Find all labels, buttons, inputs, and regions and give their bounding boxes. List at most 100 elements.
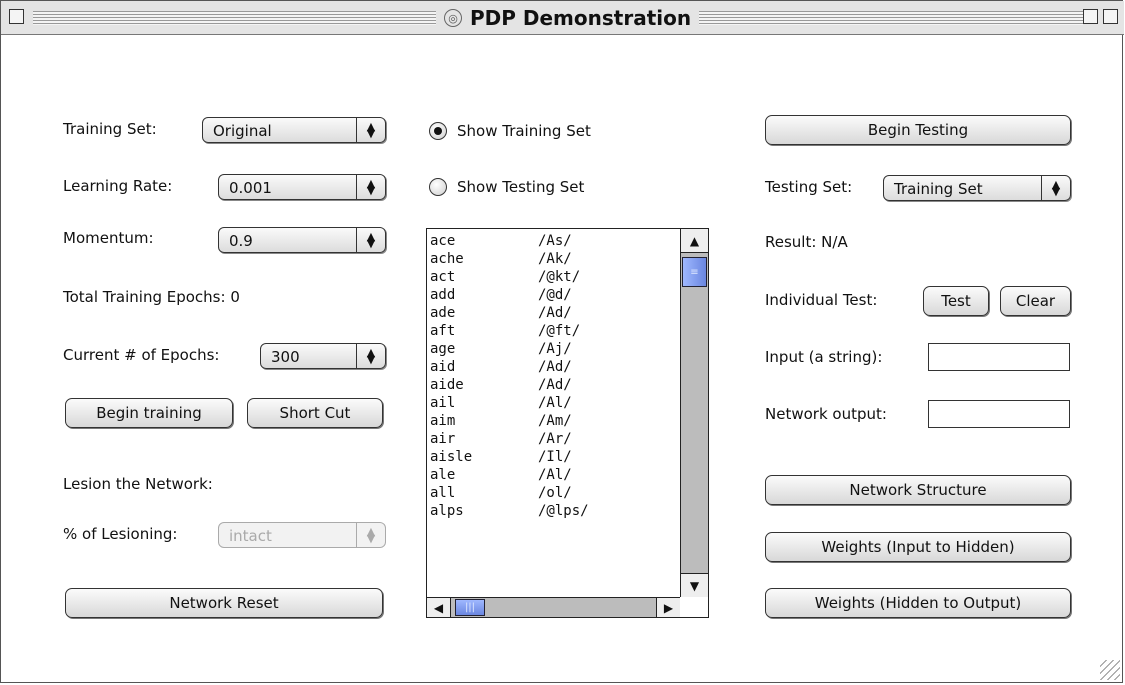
training-set-listbox[interactable]: ace/As/ache/Ak/act /@kt/add /@d/ade/Ad/aft… (426, 228, 709, 618)
zoom-box-icon[interactable] (1083, 9, 1098, 24)
test-button[interactable]: Test (923, 286, 989, 316)
popup-arrows-icon: ▲ ▼ (356, 118, 385, 142)
momentum-value: 0.9 (229, 232, 253, 250)
current-epochs-label: Current # of Epochs: (63, 346, 220, 364)
total-epochs-text: Total Training Epochs: 0 (63, 288, 240, 306)
list-item-word: aide (430, 377, 464, 393)
vertical-scrollbar[interactable]: ▲ ≡ ▼ (680, 229, 708, 597)
show-testing-radio[interactable] (429, 178, 447, 196)
list-item[interactable]: ace/As/ (430, 232, 680, 250)
list-item-phoneme: /@ft/ (538, 323, 581, 339)
list-rows[interactable]: ace/As/ache/Ak/act /@kt/add /@d/ade/Ad/aft… (430, 232, 680, 597)
lesioning-value: intact (229, 527, 272, 545)
vertical-scroll-thumb[interactable]: ≡ (682, 257, 707, 287)
list-item-word: alps (430, 503, 464, 519)
list-item-phoneme: /Il/ (538, 449, 572, 465)
title-wrap: ◎ PDP Demonstration (436, 5, 700, 31)
list-item[interactable]: ade/Ad/ (430, 304, 680, 322)
list-item-word: ale (430, 467, 456, 483)
learning-rate-value: 0.001 (229, 179, 272, 197)
horizontal-scrollbar[interactable]: ◀ ||| ▶ (427, 597, 680, 617)
list-item-word: aid (430, 359, 456, 375)
lesioning-popup[interactable]: intact ▲ ▼ (218, 522, 386, 548)
list-item-phoneme: /@lps/ (538, 503, 589, 519)
network-structure-button[interactable]: Network Structure (765, 475, 1071, 505)
close-box-icon[interactable] (9, 9, 24, 24)
scroll-down-arrow-icon[interactable]: ▼ (681, 573, 708, 597)
list-item-phoneme: /@kt/ (538, 269, 581, 285)
title-bar[interactable]: ◎ PDP Demonstration (1, 1, 1124, 35)
list-item[interactable]: air/Ar/ (430, 430, 680, 448)
list-item-phoneme: /Ad/ (538, 359, 572, 375)
testing-set-value: Training Set (894, 180, 983, 198)
list-item-word: aim (430, 413, 456, 429)
network-reset-button[interactable]: Network Reset (65, 588, 383, 618)
list-item-word: ade (430, 305, 456, 321)
list-item-phoneme: /Ak/ (538, 251, 572, 267)
momentum-popup[interactable]: 0.9 ▲ ▼ (218, 227, 386, 253)
current-epochs-value: 300 (271, 348, 300, 366)
popup-arrows-icon: ▲ ▼ (1041, 176, 1070, 200)
list-item-phoneme: /Ad/ (538, 305, 572, 321)
learning-rate-popup[interactable]: 0.001 ▲ ▼ (218, 174, 386, 200)
list-item[interactable]: aid/Ad/ (430, 358, 680, 376)
training-set-value: Original (213, 122, 272, 140)
list-item-phoneme: /Al/ (538, 395, 572, 411)
scroll-right-arrow-icon[interactable]: ▶ (656, 598, 680, 617)
list-item-word: ace (430, 233, 456, 249)
begin-testing-button[interactable]: Begin Testing (765, 115, 1071, 145)
weights-input-hidden-button[interactable]: Weights (Input to Hidden) (765, 532, 1071, 562)
collapse-box-icon[interactable] (1103, 9, 1118, 24)
list-item[interactable]: ache/Ak/ (430, 250, 680, 268)
list-item-phoneme: /Ar/ (538, 431, 572, 447)
weights-hidden-output-button[interactable]: Weights (Hidden to Output) (765, 588, 1071, 618)
list-item-word: ail (430, 395, 456, 411)
list-item-word: all (430, 485, 456, 501)
horizontal-scroll-thumb[interactable]: ||| (455, 599, 485, 616)
list-item[interactable]: ale/Al/ (430, 466, 680, 484)
training-set-popup[interactable]: Original ▲ ▼ (202, 117, 386, 143)
list-item[interactable]: act /@kt/ (430, 268, 680, 286)
list-item[interactable]: aisle/Il/ (430, 448, 680, 466)
input-label: Input (a string): (765, 348, 883, 366)
show-testing-label[interactable]: Show Testing Set (457, 178, 584, 196)
list-item[interactable]: ail/Al/ (430, 394, 680, 412)
list-item-word: age (430, 341, 456, 357)
resize-grip-icon[interactable] (1100, 660, 1120, 680)
list-item-phoneme: /Am/ (538, 413, 572, 429)
list-item-word: aisle (430, 449, 473, 465)
training-set-label: Training Set: (63, 120, 157, 138)
begin-training-button[interactable]: Begin training (65, 398, 233, 428)
lesioning-label: % of Lesioning: (63, 525, 178, 543)
output-label: Network output: (765, 405, 887, 423)
list-item[interactable]: aft /@ft/ (430, 322, 680, 340)
popup-arrows-icon: ▲ ▼ (356, 523, 385, 547)
testing-set-popup[interactable]: Training Set ▲ ▼ (883, 175, 1071, 201)
short-cut-button[interactable]: Short Cut (247, 398, 383, 428)
scroll-left-arrow-icon[interactable]: ◀ (427, 598, 451, 617)
show-training-label[interactable]: Show Training Set (457, 122, 591, 140)
input-string-field[interactable] (928, 343, 1070, 371)
network-output-field[interactable] (928, 400, 1070, 428)
individual-test-label: Individual Test: (765, 291, 878, 309)
list-item[interactable]: age/Aj/ (430, 340, 680, 358)
popup-arrows-icon: ▲ ▼ (356, 175, 385, 199)
list-item[interactable]: alps /@lps/ (430, 502, 680, 520)
clear-button[interactable]: Clear (1000, 286, 1071, 316)
list-item-phoneme: /Al/ (538, 467, 572, 483)
scroll-up-arrow-icon[interactable]: ▲ (681, 229, 708, 253)
popup-arrows-icon: ▲ ▼ (356, 228, 385, 252)
list-item-phoneme: /Aj/ (538, 341, 572, 357)
list-item[interactable]: all/ol/ (430, 484, 680, 502)
list-item-word: ache (430, 251, 464, 267)
list-item-word: add (430, 287, 456, 303)
current-epochs-popup[interactable]: 300 ▲ ▼ (260, 343, 386, 369)
list-item-phoneme: /As/ (538, 233, 572, 249)
learning-rate-label: Learning Rate: (63, 177, 173, 195)
momentum-label: Momentum: (63, 229, 154, 247)
list-item[interactable]: add /@d/ (430, 286, 680, 304)
show-training-radio[interactable] (429, 122, 447, 140)
proxy-icon: ◎ (444, 9, 462, 27)
list-item[interactable]: aide/Ad/ (430, 376, 680, 394)
list-item[interactable]: aim/Am/ (430, 412, 680, 430)
